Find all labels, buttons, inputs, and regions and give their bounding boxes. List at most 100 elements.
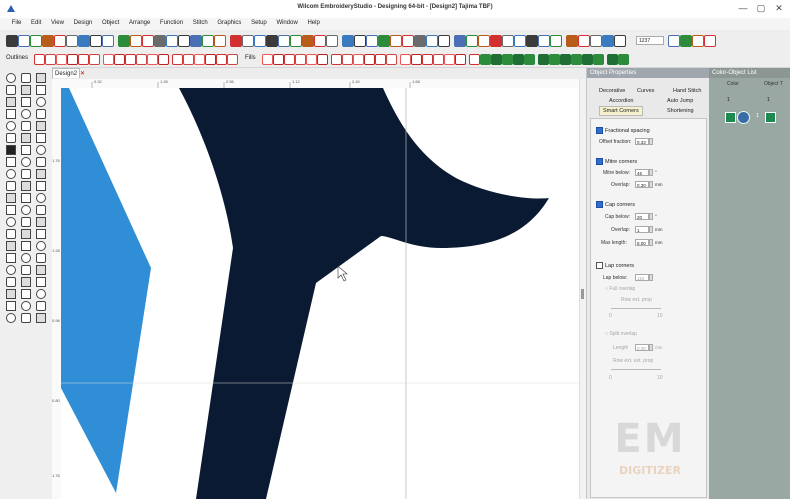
menu-edit[interactable]: Edit [27,18,45,26]
palette-tool-icon[interactable] [21,205,31,215]
toolbar-tool-icon[interactable] [326,35,338,47]
palette-tool-icon[interactable] [6,73,16,83]
palette-tool-icon[interactable] [36,265,46,275]
stitch-type-icon[interactable] [227,54,238,65]
full-overlap-slider[interactable] [611,308,661,309]
toolbar-tool-icon[interactable] [242,35,254,47]
toolbar-tool-icon[interactable] [214,35,226,47]
cap-below-field[interactable]: 20 [635,213,649,220]
lap-corners-checkbox[interactable] [596,262,603,269]
mitre-corners-checkbox[interactable] [596,158,603,165]
mitre-overlap-spinner[interactable] [649,181,653,188]
stitch-type-icon[interactable] [216,54,227,65]
stitch-type-icon[interactable] [582,54,593,65]
offset-fraction-field[interactable]: 0.33 [635,138,649,145]
fractional-spacing-option[interactable]: Fractional spacing [596,127,650,134]
menu-stitch[interactable]: Stitch [189,18,212,26]
mitre-below-field[interactable]: 45 [635,169,649,176]
stitch-type-icon[interactable] [273,54,284,65]
palette-tool-icon[interactable] [36,217,46,227]
stitch-type-icon[interactable] [607,54,618,65]
stitch-type-icon[interactable] [45,54,56,65]
stitch-type-icon[interactable] [342,54,353,65]
toolbar-tool-icon[interactable] [190,35,202,47]
scroll-thumb[interactable] [581,289,584,299]
object-thumbnail-icon[interactable] [737,111,750,124]
tab-curves[interactable]: Curves [637,88,654,94]
toolbar-tool-icon[interactable] [566,35,578,47]
toolbar-tool-icon[interactable] [602,35,614,47]
toolbar-tool-icon[interactable] [578,35,590,47]
stitch-type-icon[interactable] [147,54,158,65]
palette-tool-icon[interactable] [21,229,31,239]
toolbar-tool-icon[interactable] [18,35,30,47]
cap-corners-option[interactable]: Cap corners [596,201,635,208]
toolbar-tool-icon[interactable] [142,35,154,47]
palette-tool-icon[interactable] [36,193,46,203]
toolbar-tool-icon[interactable] [254,35,266,47]
palette-tool-icon[interactable] [36,145,46,155]
tab-auto-jump[interactable]: Auto Jump [667,98,693,104]
toolbar-tool-icon[interactable] [102,35,114,47]
stitch-type-icon[interactable] [295,54,306,65]
toolbar-tool-icon[interactable] [54,35,66,47]
palette-tool-icon[interactable] [36,109,46,119]
stitch-type-icon[interactable] [422,54,433,65]
stitch-type-icon[interactable] [593,54,604,65]
palette-tool-icon[interactable] [6,133,16,143]
menu-graphics[interactable]: Graphics [213,18,245,26]
stitch-type-icon[interactable] [364,54,375,65]
menu-file[interactable]: File [8,18,26,26]
palette-tool-icon[interactable] [21,253,31,263]
split-overlap-radio[interactable]: ○ Split overlap [605,331,637,337]
stitch-type-icon[interactable] [331,54,342,65]
stitch-type-icon[interactable] [158,54,169,65]
palette-tool-icon[interactable] [36,313,46,323]
stitch-type-icon[interactable] [560,54,571,65]
stitch-type-icon[interactable] [262,54,273,65]
toolbar-tool-icon[interactable] [550,35,562,47]
stitch-type-icon[interactable] [103,54,114,65]
cap-overlap-field[interactable]: 1 [635,226,649,233]
length-spinner[interactable] [649,344,653,351]
toolbar-tool-icon[interactable] [30,35,42,47]
toolbar-tool-icon[interactable] [538,35,550,47]
stitch-type-icon[interactable] [114,54,125,65]
color-swatch[interactable] [725,112,736,123]
tab-smart-corners[interactable]: Smart Corners [599,106,643,116]
palette-tool-icon[interactable] [21,181,31,191]
palette-tool-icon[interactable] [36,97,46,107]
toolbar-tool-icon[interactable] [290,35,302,47]
fractional-spacing-checkbox[interactable] [596,127,603,134]
toolbar-tool-icon[interactable] [704,35,716,47]
palette-tool-icon[interactable] [6,97,16,107]
close-window-button[interactable]: ✕ [772,3,786,14]
toolbar-tool-icon[interactable] [590,35,602,47]
toolbar-tool-icon[interactable] [342,35,354,47]
palette-tool-icon[interactable] [36,241,46,251]
menu-function[interactable]: Function [156,18,187,26]
menu-view[interactable]: View [47,18,68,26]
palette-tool-icon[interactable] [6,181,16,191]
palette-tool-icon[interactable] [21,217,31,227]
palette-tool-icon[interactable] [21,241,31,251]
menu-arrange[interactable]: Arrange [125,18,154,26]
toolbar-tool-icon[interactable] [378,35,390,47]
cap-below-spinner[interactable] [649,213,653,220]
vertical-scrollbar[interactable] [579,79,586,499]
palette-tool-icon[interactable] [21,97,31,107]
palette-tool-icon[interactable] [21,85,31,95]
stitch-type-icon[interactable] [502,54,513,65]
palette-tool-icon[interactable] [36,85,46,95]
palette-tool-icon[interactable] [6,145,16,155]
toolbar-tool-icon[interactable] [178,35,190,47]
stitch-type-icon[interactable] [513,54,524,65]
stitch-type-icon[interactable] [194,54,205,65]
toolbar-tool-icon[interactable] [390,35,402,47]
palette-tool-icon[interactable] [36,181,46,191]
object-swatch[interactable] [765,112,776,123]
palette-tool-icon[interactable] [21,145,31,155]
stitch-type-icon[interactable] [455,54,466,65]
tab-decorative[interactable]: Decorative [599,88,625,94]
palette-tool-icon[interactable] [6,241,16,251]
